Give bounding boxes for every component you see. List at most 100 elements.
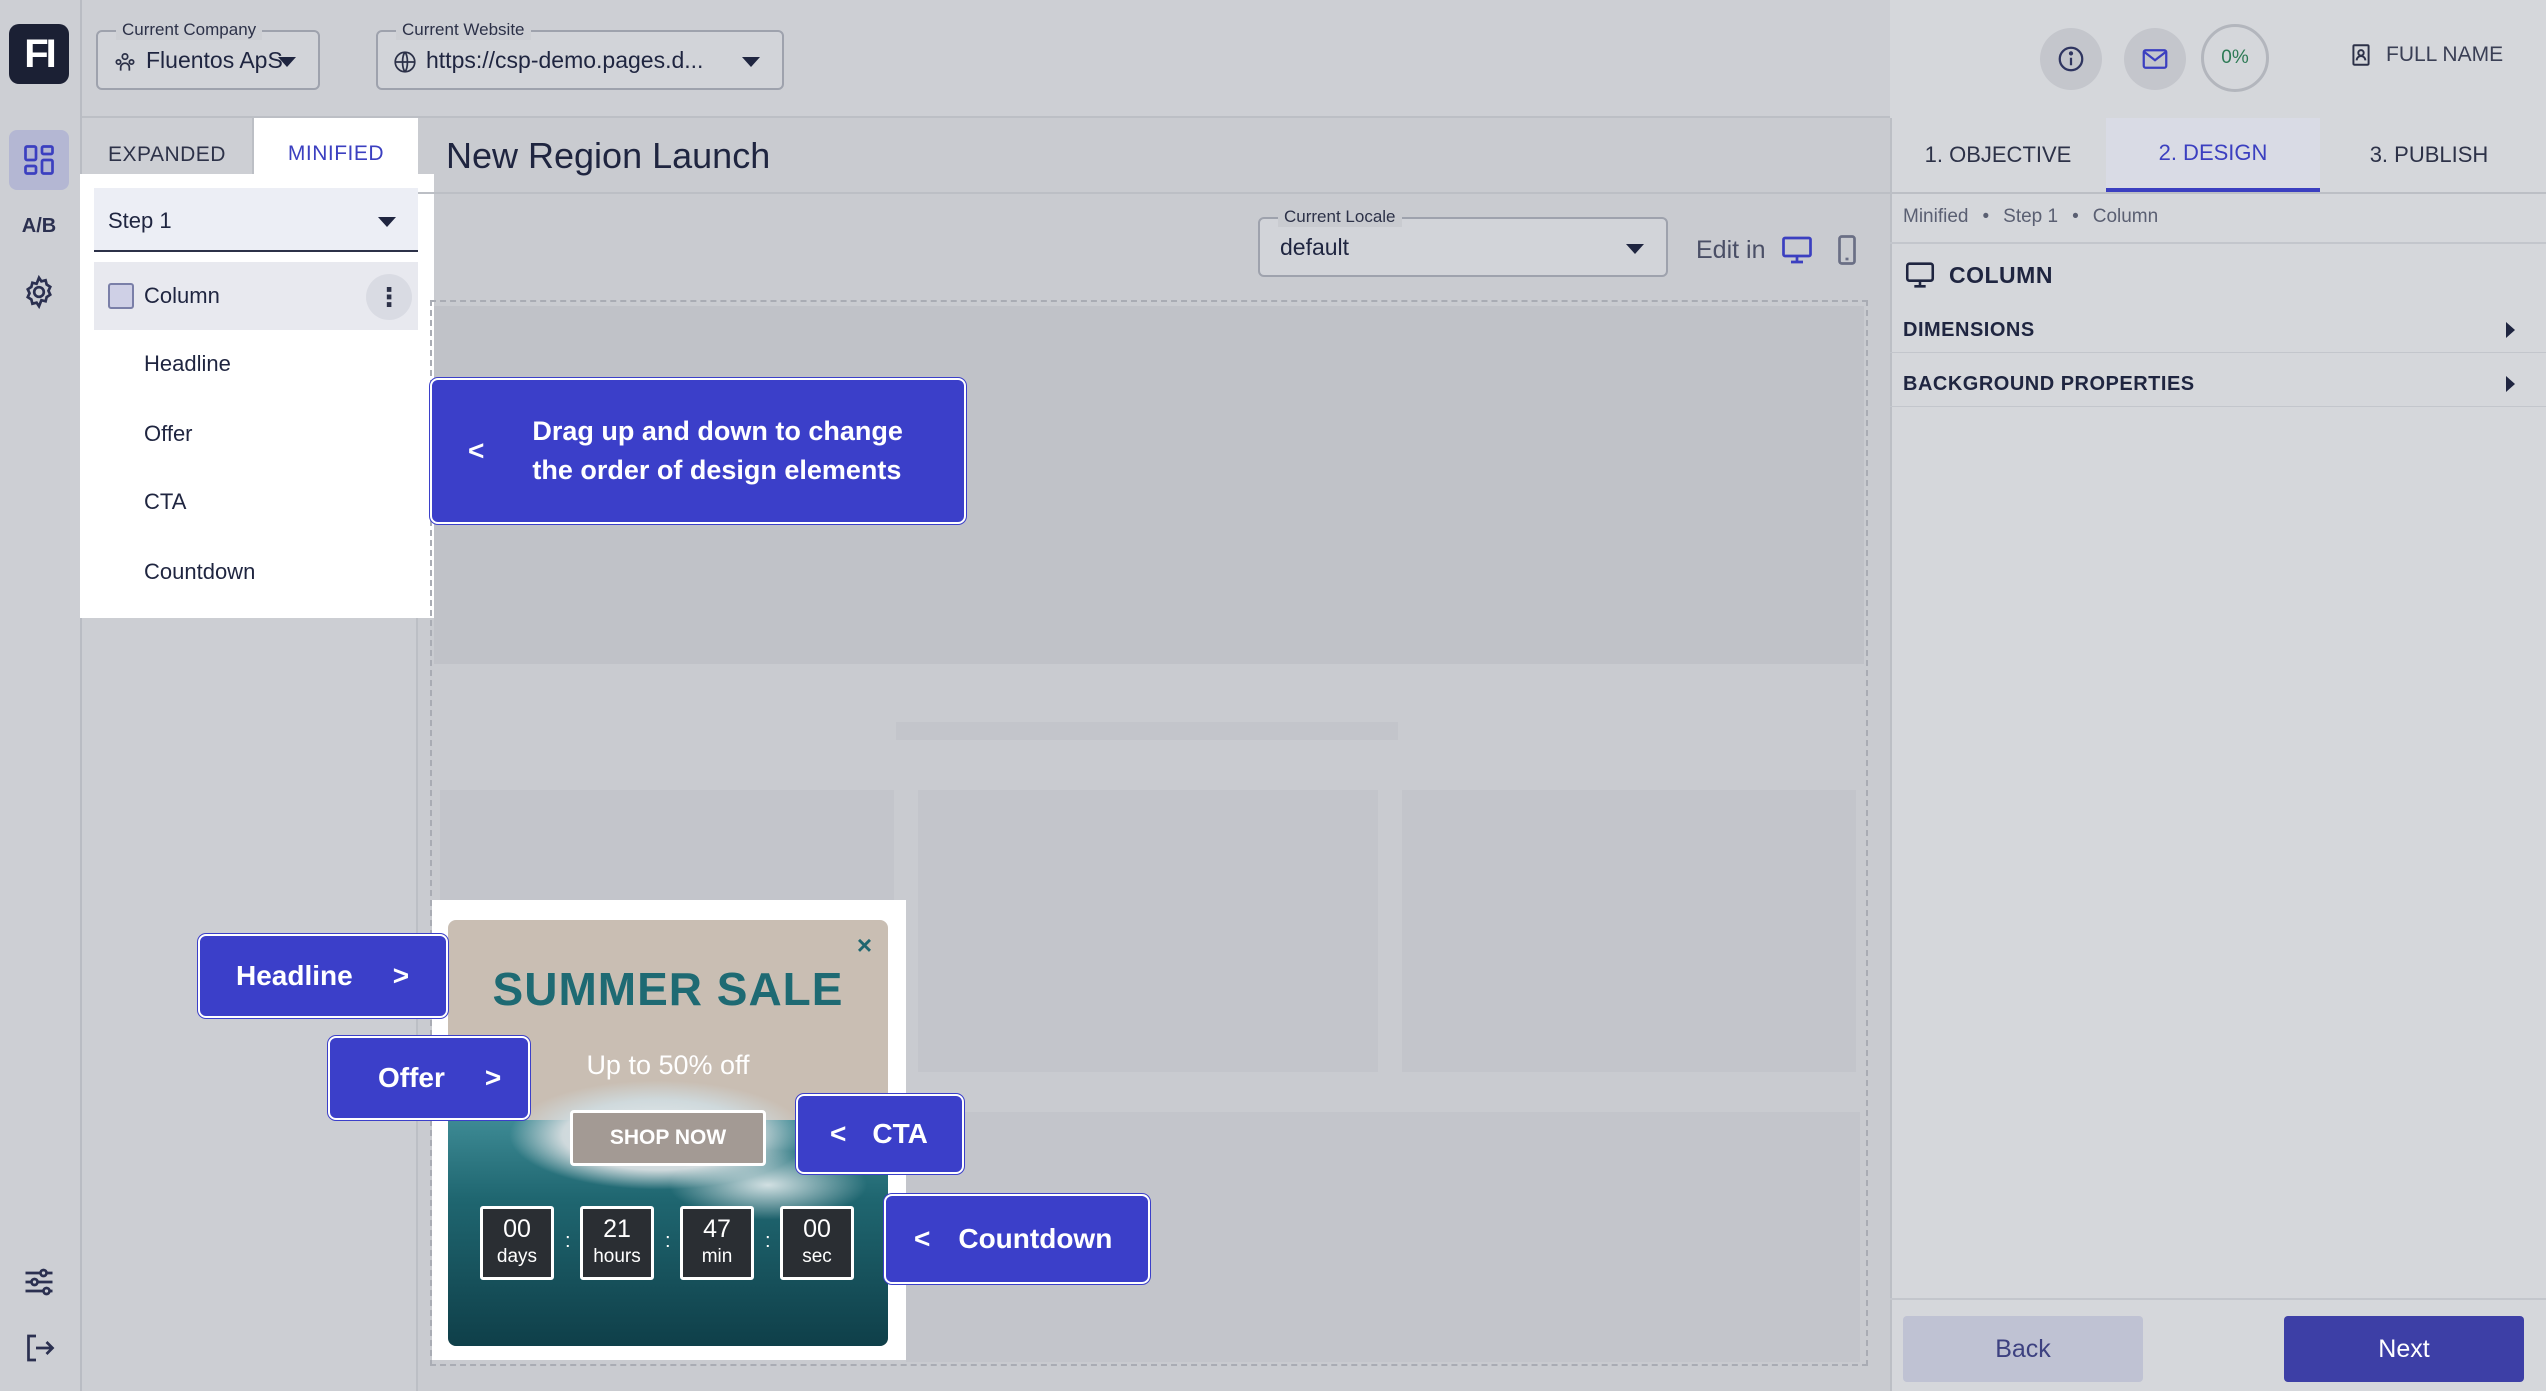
company-select[interactable]: Current Company Fluentos ApS [96,20,320,90]
countdown-value: 21 [603,1215,631,1243]
locale-select-label: Current Locale [1278,207,1402,227]
callout-label: Offer [378,1062,445,1093]
popup-cta-button[interactable]: SHOP NOW [570,1110,766,1166]
user-name: FULL NAME [2386,43,2504,66]
website-select-value: https://csp-demo.pages.d... [426,47,704,73]
website-select-label: Current Website [396,20,531,40]
countdown-value: 00 [503,1215,531,1243]
mobile-icon[interactable] [1829,232,1865,268]
next-button[interactable]: Next [2284,1316,2524,1382]
tree-item-label: CTA [144,489,187,514]
offer-callout: Offer > [328,1036,530,1120]
accordion-dimensions[interactable]: DIMENSIONS [1903,310,2523,350]
logout-nav-button[interactable] [9,1318,69,1378]
divider [1890,192,2546,194]
accordion-label: BACKGROUND PROPERTIES [1903,372,2195,395]
company-select-label: Current Company [116,20,263,40]
more-options-icon[interactable]: ⋮ [366,274,412,320]
countdown-value: 47 [703,1215,731,1243]
breadcrumb-item: Column [2092,206,2159,227]
countdown-separator: : [665,1230,671,1252]
breadcrumb-item[interactable]: Minified [1903,206,1968,228]
properties-panel [1890,118,2546,1391]
gear-icon [26,274,52,310]
column-checkbox[interactable] [108,283,134,309]
tree-item-column[interactable]: Column ⋮ [94,262,418,330]
section-title-text: COLUMN [1949,261,2053,288]
info-button[interactable] [2040,28,2102,90]
globe-icon [394,51,416,73]
chevron-down-icon [1626,244,1644,254]
callout-label: CTA [872,1118,928,1149]
edit-device-toggle: Edit in [1696,232,1865,268]
headline-callout: Headline > [198,934,448,1018]
chevron-right-icon: > [484,1062,502,1093]
step-select-value: Step 1 [108,208,172,233]
tree-item-label: Offer [144,421,193,446]
website-select[interactable]: Current Website https://csp-demo.pages.d… [376,20,784,90]
locale-select-value: default [1280,234,1350,260]
countdown-unit: min [701,1246,733,1267]
popup-headline[interactable]: SUMMER SALE [448,962,888,1016]
desktop-icon[interactable] [1779,232,1815,268]
countdown-separator: : [765,1230,771,1252]
tree-item-countdown[interactable]: Countdown [94,538,418,606]
back-button[interactable]: Back [1903,1316,2143,1382]
tree-item-headline[interactable]: Headline [94,330,418,398]
chevron-down-icon [378,217,396,227]
countdown-days: 00 days [480,1206,554,1280]
designs-nav-button[interactable] [9,130,69,190]
countdown-separator: : [565,1230,571,1252]
drag-hint-callout: < Drag up and down to change the order o… [430,378,966,524]
chevron-left-icon: < [468,435,485,466]
progress-indicator: 0% [2201,24,2269,92]
tree-item-cta[interactable]: CTA [94,468,418,536]
step-select[interactable]: Step 1 [94,188,418,252]
tree-item-label: Headline [144,351,231,376]
messages-button[interactable] [2124,28,2186,90]
section-title: COLUMN [1903,258,2053,292]
breadcrumb: Minified • Step 1 • Column [1903,206,2158,228]
divider [1890,352,2546,353]
tree-item-offer[interactable]: Offer [94,400,418,468]
user-card-icon [2352,44,2370,66]
company-icon [115,53,135,71]
breadcrumb-separator: • [2072,206,2079,227]
ab-test-nav-button[interactable]: A/B [9,196,69,256]
edit-in-label: Edit in [1696,235,1766,264]
placeholder-card [1402,790,1856,1072]
tab-publish[interactable]: 3. PUBLISH [2322,118,2536,192]
cta-callout: < CTA [796,1094,964,1174]
layout-icon [24,145,54,175]
breadcrumb-item[interactable]: Step 1 [2003,206,2058,228]
accordion-background-properties[interactable]: BACKGROUND PROPERTIES [1903,364,2523,404]
countdown-unit: days [496,1246,538,1267]
close-icon[interactable]: × [857,930,872,961]
chevron-right-icon [2506,376,2515,392]
company-select-value: Fluentos ApS [146,47,283,73]
countdown-minutes: 47 min [680,1206,754,1280]
placeholder-bar [896,722,1398,740]
filters-nav-button[interactable] [9,1252,69,1312]
divider [1890,242,2546,244]
sliders-icon [25,1268,53,1296]
divider [418,192,1890,194]
placeholder-card [918,790,1378,1072]
element-tree: Step 1 Column ⋮ Headline Offer CTA Count… [82,176,432,616]
app-logo[interactable]: FI [9,24,69,84]
chevron-right-icon: > [392,960,410,991]
countdown-seconds: 00 sec [780,1206,854,1280]
left-rail: FI A/B [0,0,82,1391]
callout-label: Headline [236,960,353,991]
countdown-unit: hours [593,1246,641,1267]
settings-nav-button[interactable] [9,262,69,322]
info-icon [2058,46,2084,72]
locale-select[interactable]: Current Locale default [1258,207,1668,277]
desktop-icon [1905,262,1935,288]
chevron-left-icon: < [830,1118,847,1149]
tab-objective[interactable]: 1. OBJECTIVE [1892,118,2104,192]
tab-design[interactable]: 2. DESIGN [2106,118,2320,192]
top-bar: Current Company Fluentos ApS Current Web… [82,0,1890,118]
chevron-left-icon: < [914,1223,931,1254]
user-menu[interactable]: FULL NAME [2348,42,2503,68]
